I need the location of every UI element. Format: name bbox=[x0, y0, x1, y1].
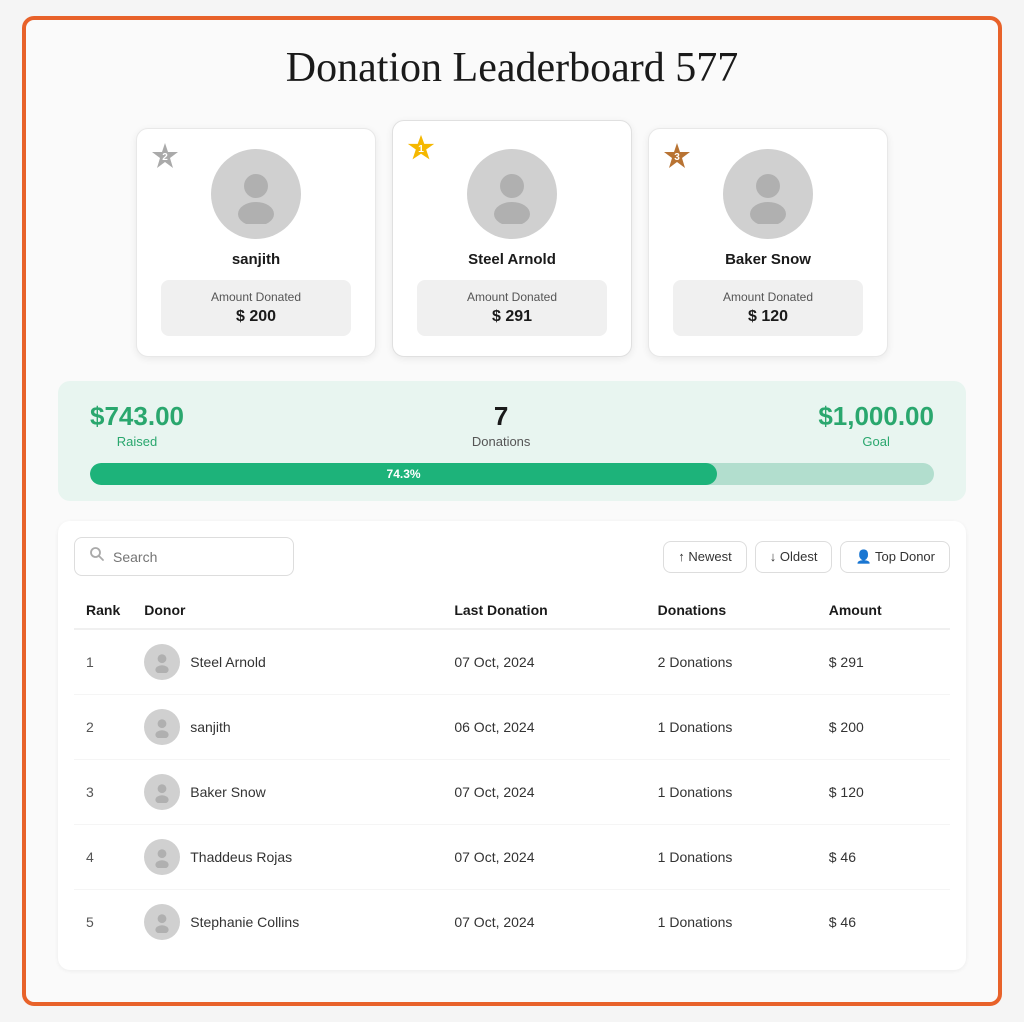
donations-cell: 1 Donations bbox=[646, 695, 817, 760]
donor-cell: Baker Snow bbox=[132, 760, 442, 825]
progress-bar-fill: 74.3% bbox=[90, 463, 717, 485]
table-row: 1 Steel Arnold 07 Oct, 2024 2 Donations … bbox=[74, 629, 950, 695]
amount-box-3rd: Amount Donated $ 120 bbox=[673, 280, 863, 336]
rank-cell: 4 bbox=[74, 825, 132, 890]
filter-buttons: ↑ Newest ↓ Oldest 👤 Top Donor bbox=[663, 541, 950, 573]
donor-name-3rd: Baker Snow bbox=[725, 251, 811, 268]
donations-cell: 1 Donations bbox=[646, 760, 817, 825]
amount-cell: $ 291 bbox=[817, 629, 950, 695]
newest-filter-button[interactable]: ↑ Newest bbox=[663, 541, 746, 573]
amount-cell: $ 200 bbox=[817, 695, 950, 760]
last-donation-cell: 07 Oct, 2024 bbox=[442, 825, 645, 890]
donor-name-cell: sanjith bbox=[190, 719, 230, 735]
amount-box-2nd: Amount Donated $ 200 bbox=[161, 280, 351, 336]
podium-card-3rd: 3 Baker Snow Amount Donated $ 120 bbox=[648, 128, 888, 357]
amount-value-3rd: $ 120 bbox=[697, 308, 839, 326]
rank-cell: 5 bbox=[74, 890, 132, 955]
col-donor: Donor bbox=[132, 592, 442, 629]
table-row: 5 Stephanie Collins 07 Oct, 2024 1 Donat… bbox=[74, 890, 950, 955]
donations-label: Donations bbox=[472, 434, 531, 449]
donations-stat: 7 Donations bbox=[472, 401, 531, 449]
last-donation-cell: 06 Oct, 2024 bbox=[442, 695, 645, 760]
last-donation-cell: 07 Oct, 2024 bbox=[442, 760, 645, 825]
avatar-2nd bbox=[211, 149, 301, 239]
donor-name-cell: Thaddeus Rojas bbox=[190, 849, 292, 865]
search-icon bbox=[89, 546, 105, 567]
search-input[interactable] bbox=[113, 549, 279, 565]
table-avatar bbox=[144, 904, 180, 940]
donor-cell: Stephanie Collins bbox=[132, 890, 442, 955]
goal-stat: $1,000.00 Goal bbox=[818, 401, 934, 449]
table-avatar bbox=[144, 839, 180, 875]
svg-text:1: 1 bbox=[418, 144, 424, 155]
rank-cell: 2 bbox=[74, 695, 132, 760]
col-amount: Amount bbox=[817, 592, 950, 629]
page-title: Donation Leaderboard 577 bbox=[58, 44, 966, 92]
table-avatar bbox=[144, 644, 180, 680]
top-donor-filter-button[interactable]: 👤 Top Donor bbox=[840, 541, 950, 573]
table-avatar bbox=[144, 774, 180, 810]
donations-value: 7 bbox=[472, 401, 531, 432]
goal-value: $1,000.00 bbox=[818, 401, 934, 432]
rank-badge-1: 1 bbox=[405, 133, 437, 165]
amount-cell: $ 120 bbox=[817, 760, 950, 825]
podium-card-2nd: 2 sanjith Amount Donated $ 200 bbox=[136, 128, 376, 357]
oldest-filter-button[interactable]: ↓ Oldest bbox=[755, 541, 833, 573]
amount-cell: $ 46 bbox=[817, 825, 950, 890]
stats-row: $743.00 Raised 7 Donations $1,000.00 Goa… bbox=[90, 401, 934, 449]
donor-cell: sanjith bbox=[132, 695, 442, 760]
stats-bar: $743.00 Raised 7 Donations $1,000.00 Goa… bbox=[58, 381, 966, 501]
rank-cell: 1 bbox=[74, 629, 132, 695]
podium-section: 2 sanjith Amount Donated $ 200 1 bbox=[58, 120, 966, 357]
amount-label-1st: Amount Donated bbox=[441, 290, 583, 304]
table-avatar bbox=[144, 709, 180, 745]
raised-stat: $743.00 Raised bbox=[90, 401, 184, 449]
col-last-donation: Last Donation bbox=[442, 592, 645, 629]
donors-table: Rank Donor Last Donation Donations Amoun… bbox=[74, 592, 950, 954]
amount-value-1st: $ 291 bbox=[441, 308, 583, 326]
table-row: 4 Thaddeus Rojas 07 Oct, 2024 1 Donation… bbox=[74, 825, 950, 890]
table-row: 2 sanjith 06 Oct, 2024 1 Donations $ 200 bbox=[74, 695, 950, 760]
donations-cell: 2 Donations bbox=[646, 629, 817, 695]
avatar-3rd bbox=[723, 149, 813, 239]
svg-text:3: 3 bbox=[674, 152, 680, 163]
donor-name-cell: Baker Snow bbox=[190, 784, 265, 800]
rank-badge-3: 3 bbox=[661, 141, 693, 173]
rank-badge-2: 2 bbox=[149, 141, 181, 173]
amount-label-2nd: Amount Donated bbox=[185, 290, 327, 304]
amount-value-2nd: $ 200 bbox=[185, 308, 327, 326]
amount-box-1st: Amount Donated $ 291 bbox=[417, 280, 607, 336]
progress-label: 74.3% bbox=[387, 467, 421, 481]
donor-cell: Steel Arnold bbox=[132, 629, 442, 695]
last-donation-cell: 07 Oct, 2024 bbox=[442, 629, 645, 695]
donor-name-2nd: sanjith bbox=[232, 251, 280, 268]
donations-cell: 1 Donations bbox=[646, 825, 817, 890]
last-donation-cell: 07 Oct, 2024 bbox=[442, 890, 645, 955]
svg-text:2: 2 bbox=[162, 152, 168, 163]
amount-label-3rd: Amount Donated bbox=[697, 290, 839, 304]
raised-label: Raised bbox=[90, 434, 184, 449]
col-donations: Donations bbox=[646, 592, 817, 629]
raised-value: $743.00 bbox=[90, 401, 184, 432]
rank-cell: 3 bbox=[74, 760, 132, 825]
donor-name-cell: Steel Arnold bbox=[190, 654, 266, 670]
podium-card-1st: 1 Steel Arnold Amount Donated $ 291 bbox=[392, 120, 632, 357]
donations-cell: 1 Donations bbox=[646, 890, 817, 955]
donor-name-cell: Stephanie Collins bbox=[190, 914, 299, 930]
progress-bar-bg: 74.3% bbox=[90, 463, 934, 485]
table-row: 3 Baker Snow 07 Oct, 2024 1 Donations $ … bbox=[74, 760, 950, 825]
donor-name-1st: Steel Arnold bbox=[468, 251, 556, 268]
amount-cell: $ 46 bbox=[817, 890, 950, 955]
leaderboard-container: Donation Leaderboard 577 2 sanjith Amoun… bbox=[22, 16, 1002, 1006]
goal-label: Goal bbox=[818, 434, 934, 449]
col-rank: Rank bbox=[74, 592, 132, 629]
table-toolbar: ↑ Newest ↓ Oldest 👤 Top Donor bbox=[74, 537, 950, 576]
avatar-1st bbox=[467, 149, 557, 239]
search-box[interactable] bbox=[74, 537, 294, 576]
donor-cell: Thaddeus Rojas bbox=[132, 825, 442, 890]
table-section: ↑ Newest ↓ Oldest 👤 Top Donor Rank Donor… bbox=[58, 521, 966, 970]
